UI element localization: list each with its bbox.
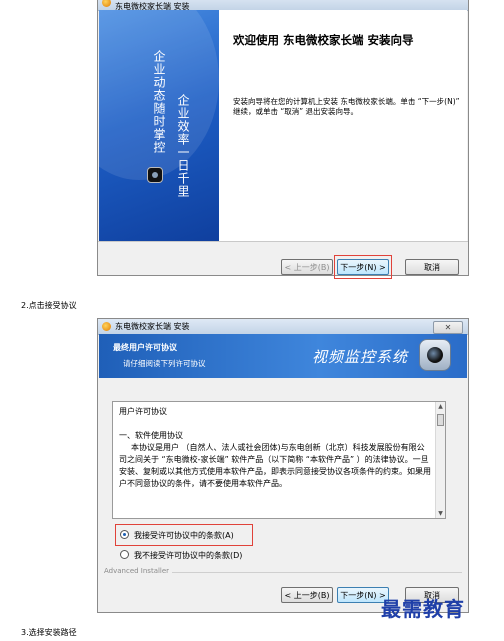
cancel-button[interactable]: 取消	[405, 259, 459, 275]
license-heading: 用户许可协议	[119, 407, 167, 416]
side-slogan-right: 企业效率一日千里	[176, 94, 190, 198]
next-button[interactable]: 下一步(N) >	[337, 259, 389, 275]
scroll-thumb[interactable]	[437, 414, 444, 426]
title-bar: 东电微校家长端 安装 ✕	[98, 319, 468, 335]
back-button[interactable]: < 上一步(B)	[281, 587, 333, 603]
license-scrollbar[interactable]: ▲ ▼	[435, 402, 445, 518]
window-title: 东电微校家长端 安装	[115, 322, 190, 331]
decline-radio-row[interactable]: 我不接受许可协议中的条款(D)	[120, 550, 242, 561]
scroll-down-arrow-icon[interactable]: ▼	[436, 509, 445, 518]
back-button[interactable]: < 上一步(B)	[281, 259, 333, 275]
license-text: 用户许可协议 一、软件使用协议 本协议是用户 （自然人、法人或社会团体)与东电创…	[119, 406, 431, 490]
brand-text: 视频监控系统	[312, 348, 409, 366]
installer-divider	[172, 572, 462, 573]
installer-license-window: 东电微校家长端 安装 ✕ 最终用户许可协议 请仔细阅读下列许可协议 视频监控系统…	[97, 318, 469, 613]
camera-logo-icon	[419, 339, 451, 371]
header-subtitle: 请仔细阅读下列许可协议	[123, 359, 206, 368]
accept-radio-row[interactable]: 我接受许可协议中的条款(A)	[120, 530, 234, 541]
side-slogan-left: 企业动态随时掌控	[152, 50, 166, 154]
app-icon	[102, 322, 111, 331]
camera-icon	[147, 167, 163, 183]
footer-divider	[98, 241, 468, 242]
step2-caption: 2.点击接受协议	[21, 301, 77, 310]
license-header: 最终用户许可协议 请仔细阅读下列许可协议 视频监控系统	[99, 334, 467, 378]
app-icon	[102, 0, 111, 7]
installer-welcome-window: 东电微校家长端 安装 企业动态随时掌控 企业效率一日千里 欢迎使用 东电微校家长…	[97, 0, 469, 279]
close-button[interactable]: ✕	[433, 321, 463, 334]
license-body: 本协议是用户 （自然人、法人或社会团体)与东电创新（北京）科技发展股份有限公司之…	[119, 443, 431, 488]
scroll-up-arrow-icon[interactable]: ▲	[436, 402, 445, 411]
accept-radio-label[interactable]: 我接受许可协议中的条款(A)	[134, 531, 234, 540]
header-title: 最终用户许可协议	[113, 343, 177, 352]
welcome-title: 欢迎使用 东电微校家长端 安装向导	[233, 33, 414, 47]
side-banner: 企业动态随时掌控 企业效率一日千里	[99, 10, 219, 241]
step3-caption: 3.选择安装路径	[21, 628, 77, 637]
accept-radio[interactable]	[120, 530, 129, 539]
welcome-description: 安装向导将在您的计算机上安装 东电微校家长端。单击 “下一步(N)” 继续，或单…	[233, 97, 460, 116]
decline-radio[interactable]	[120, 550, 129, 559]
installer-brand-label: Advanced Installer	[104, 567, 170, 575]
decline-radio-label[interactable]: 我不接受许可协议中的条款(D)	[134, 551, 242, 560]
watermark: 最需教育	[381, 597, 465, 621]
license-textbox[interactable]: 用户许可协议 一、软件使用协议 本协议是用户 （自然人、法人或社会团体)与东电创…	[112, 401, 446, 519]
license-section-title: 一、软件使用协议	[119, 431, 183, 440]
welcome-pane: 欢迎使用 东电微校家长端 安装向导 安装向导将在您的计算机上安装 东电微校家长端…	[219, 10, 467, 241]
